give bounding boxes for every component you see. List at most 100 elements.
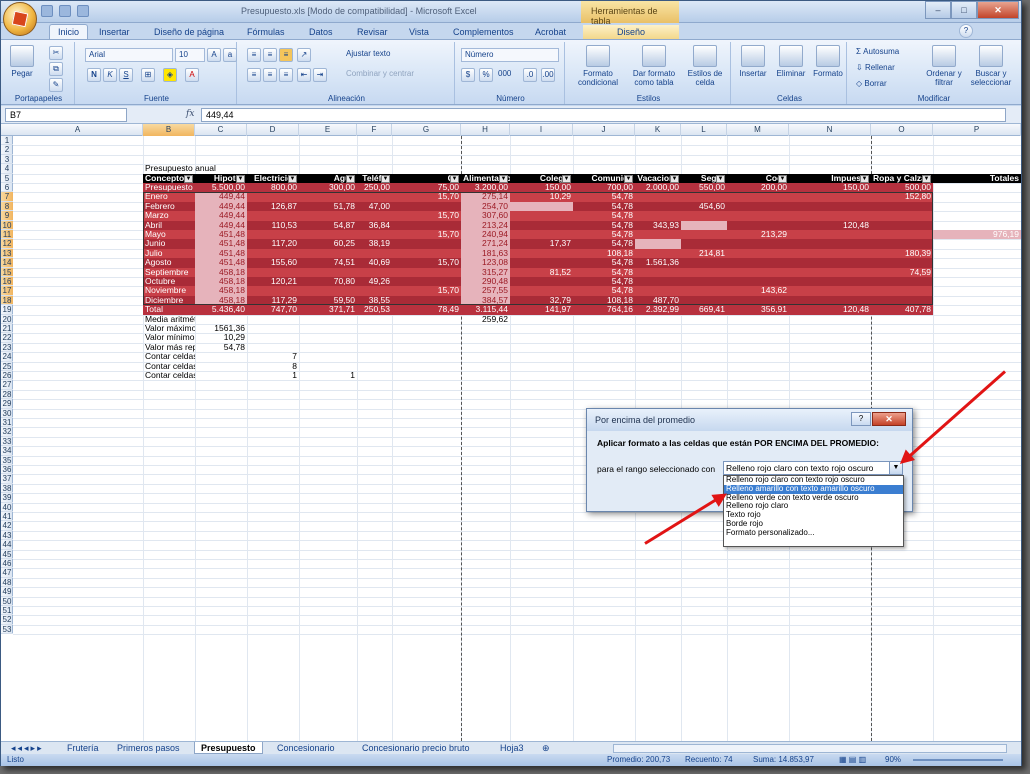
stats-cell[interactable]: 1	[299, 371, 357, 380]
format-cells-button[interactable]: Formato	[811, 45, 845, 78]
maximize-button[interactable]: □	[951, 1, 977, 19]
sheet-tab-concesionario-precio-bruto[interactable]: Concesionario precio bruto	[356, 742, 476, 754]
stats-cell[interactable]: 10,29	[195, 333, 247, 342]
stats-cell[interactable]: 1561,36	[195, 324, 247, 333]
filter-dropdown-icon[interactable]: ▼	[184, 174, 193, 183]
column-header-G[interactable]: G	[392, 124, 461, 136]
font-color-icon[interactable]: A	[185, 68, 199, 82]
column-header-I[interactable]: I	[510, 124, 573, 136]
zoom-slider[interactable]	[913, 759, 1003, 761]
row-header-35[interactable]: 35	[1, 456, 13, 465]
column-header-H[interactable]: H	[461, 124, 510, 136]
row-header-41[interactable]: 41	[1, 512, 13, 522]
stats-cell[interactable]: 259,62	[461, 315, 510, 324]
name-box[interactable]: B7	[5, 108, 127, 122]
total-cell[interactable]: 78,49	[392, 305, 461, 314]
month-cell[interactable]: 1.136,49	[933, 249, 1021, 258]
underline-icon[interactable]: S	[119, 68, 133, 82]
row-header-30[interactable]: 30	[1, 409, 13, 418]
borders-icon[interactable]: ⊞	[141, 68, 155, 82]
budget-cell[interactable]: 5.500,00	[195, 183, 247, 192]
row-header-36[interactable]: 36	[1, 465, 13, 475]
budget-cell[interactable]: 75,00	[392, 183, 461, 192]
row-header-2[interactable]: 2	[1, 145, 13, 155]
table-header[interactable]: Impuesto	[789, 173, 871, 183]
tab-formulas[interactable]: Fórmulas	[239, 25, 293, 39]
bold-icon[interactable]: N	[87, 68, 101, 82]
sheet-nav-arrows[interactable]: ◂◂◂▸▸	[5, 742, 50, 754]
row-header-5[interactable]: 5	[1, 174, 13, 183]
row-header-14[interactable]: 14	[1, 258, 13, 268]
autosum-button[interactable]: Σ Autosuma	[853, 46, 919, 60]
tab-insertar[interactable]: Insertar	[91, 25, 138, 39]
insert-cells-button[interactable]: Insertar	[735, 45, 771, 78]
row-header-33[interactable]: 33	[1, 437, 13, 447]
row-header-12[interactable]: 12	[1, 239, 13, 249]
column-header-J[interactable]: J	[573, 124, 635, 136]
row-header-6[interactable]: 6	[1, 183, 13, 193]
stats-cell[interactable]: Contar celdas ocupadas por números	[143, 352, 195, 361]
wrap-text-button[interactable]: Ajustar texto	[343, 48, 433, 62]
row-header-17[interactable]: 17	[1, 286, 13, 296]
total-cell[interactable]: Total	[143, 305, 195, 314]
column-header-K[interactable]: K	[635, 124, 681, 136]
budget-cell[interactable]: 3.200,00	[461, 183, 510, 192]
row-header-43[interactable]: 43	[1, 531, 13, 541]
row-header-21[interactable]: 21	[1, 324, 13, 334]
budget-cell[interactable]: 550,00	[681, 183, 727, 192]
minimize-button[interactable]: –	[925, 1, 951, 19]
align-left-icon[interactable]: ≡	[247, 68, 261, 82]
row-header-28[interactable]: 28	[1, 390, 13, 400]
cell-styles-button[interactable]: Estilos de celda	[683, 45, 727, 87]
stats-cell[interactable]: Valor más repetido de un	[143, 343, 195, 352]
total-cell[interactable]: 669,41	[681, 305, 727, 314]
row-header-23[interactable]: 23	[1, 343, 13, 353]
format-select[interactable]: Relleno rojo claro con texto rojo oscuro…	[723, 461, 903, 475]
month-cell[interactable]: 929,83	[933, 286, 1021, 295]
row-header-20[interactable]: 20	[1, 315, 13, 324]
row-header-48[interactable]: 48	[1, 578, 13, 588]
row-header-3[interactable]: 3	[1, 155, 13, 165]
formula-input[interactable]: 449,44	[201, 108, 1006, 122]
row-header-1[interactable]: 1	[1, 136, 13, 146]
total-cell[interactable]: 747,70	[247, 305, 299, 314]
office-button[interactable]	[3, 2, 37, 36]
tab-vista[interactable]: Vista	[401, 25, 437, 39]
row-header-52[interactable]: 52	[1, 615, 13, 625]
budget-cell[interactable]: 2.000,00	[635, 183, 681, 192]
stats-cell[interactable]: Contar celdas no vacías	[143, 362, 195, 371]
total-cell[interactable]: 407,78	[871, 305, 933, 314]
month-cell[interactable]: 1.010,51	[933, 239, 1021, 248]
save-icon[interactable]	[41, 5, 53, 17]
fill-button[interactable]: ⇩ Rellenar	[853, 62, 919, 76]
column-header-B[interactable]: B	[143, 124, 195, 136]
budget-cell[interactable]: Presupuesto	[143, 183, 195, 192]
row-header-49[interactable]: 49	[1, 587, 13, 597]
cut-icon[interactable]: ✂	[49, 46, 63, 60]
filter-dropdown-icon[interactable]: ▼	[381, 174, 390, 183]
merge-center-button[interactable]: Combinar y centrar	[343, 68, 447, 82]
stats-cell[interactable]: 54,78	[195, 343, 247, 352]
row-header-10[interactable]: 10	[1, 220, 13, 230]
column-header-L[interactable]: L	[681, 124, 727, 136]
tab-datos[interactable]: Datos	[301, 25, 341, 39]
sheet-title[interactable]: Presupuesto anual	[143, 164, 247, 173]
row-header-32[interactable]: 32	[1, 427, 13, 437]
column-header-D[interactable]: D	[247, 124, 299, 136]
row-header-45[interactable]: 45	[1, 550, 13, 559]
close-window-button[interactable]: ✕	[977, 1, 1019, 19]
function-icon[interactable]: fx	[186, 109, 194, 119]
tab-revisar[interactable]: Revisar	[349, 25, 396, 39]
sheet-tab-presupuesto[interactable]: Presupuesto	[194, 742, 263, 754]
table-header[interactable]: Totales	[933, 173, 1021, 183]
row-header-22[interactable]: 22	[1, 333, 13, 343]
filter-dropdown-icon[interactable]: ▼	[922, 174, 931, 183]
total-cell[interactable]: 371,71	[299, 305, 357, 314]
row-header-44[interactable]: 44	[1, 540, 13, 550]
decrease-indent-icon[interactable]: ⇤	[297, 68, 311, 82]
row-header-39[interactable]: 39	[1, 493, 13, 503]
row-header-25[interactable]: 25	[1, 362, 13, 371]
stats-cell[interactable]: Media aritmética	[143, 315, 195, 324]
month-cell[interactable]: 2.477,20	[933, 258, 1021, 267]
redo-icon[interactable]	[77, 5, 89, 17]
